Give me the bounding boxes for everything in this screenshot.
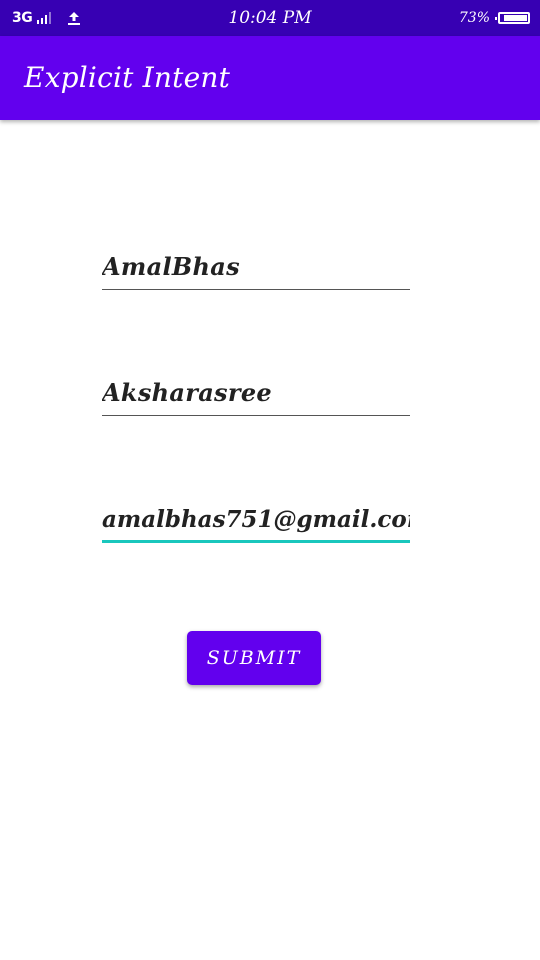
- battery-icon: [495, 12, 530, 24]
- status-bar: 3G 10:04 PM 73%: [0, 0, 540, 36]
- email-input[interactable]: [102, 497, 410, 541]
- name-field-container: [102, 244, 410, 290]
- surname-input-underline: [102, 415, 410, 416]
- battery-fill: [503, 15, 527, 21]
- email-input-underline: [102, 540, 410, 543]
- email-field-container: [102, 497, 410, 543]
- surname-field-container: [102, 370, 410, 416]
- app-title: Explicit Intent: [24, 61, 231, 94]
- submit-button[interactable]: SUBMIT: [187, 631, 321, 685]
- name-input[interactable]: [102, 244, 410, 288]
- app-bar: Explicit Intent: [0, 36, 540, 120]
- status-right: 73%: [459, 0, 530, 36]
- surname-input[interactable]: [102, 370, 410, 414]
- name-input-underline: [102, 289, 410, 290]
- battery-percent: 73%: [458, 10, 490, 26]
